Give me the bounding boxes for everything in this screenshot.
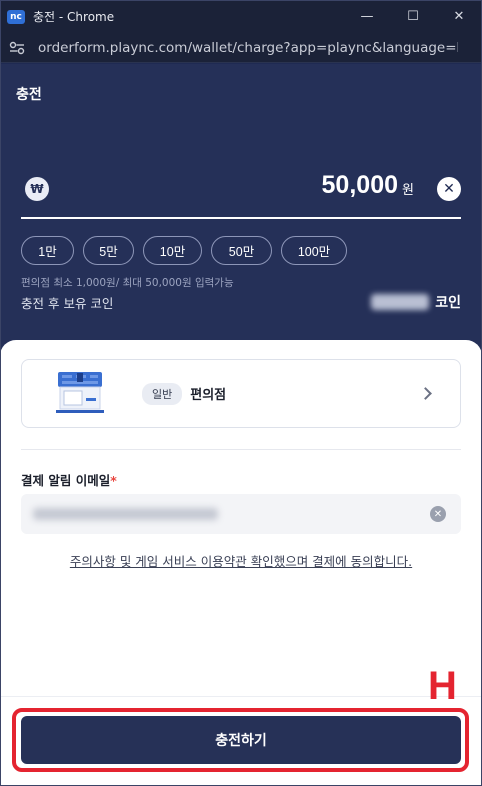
window-title-bar: nc 충전 - Chrome — ☐ ✕ (0, 0, 482, 33)
quick-amount-50man[interactable]: 50만 (211, 236, 272, 265)
maximize-button[interactable]: ☐ (390, 0, 436, 33)
amount-value[interactable]: 50,000 (322, 171, 398, 200)
clear-email-icon[interactable]: ✕ (430, 506, 446, 522)
page-title: 충전 (16, 87, 42, 103)
blurred-email-value (33, 508, 218, 520)
charge-button[interactable]: 충전하기 (21, 716, 461, 764)
site-settings-icon[interactable] (4, 35, 30, 61)
email-label-text: 결제 알림 이메일 (21, 473, 111, 488)
close-window-button[interactable]: ✕ (436, 0, 482, 33)
quick-amount-10man[interactable]: 10만 (143, 236, 202, 265)
minimize-button[interactable]: — (344, 0, 390, 33)
charge-header: 충전 ₩ 50,000 원 ✕ 1만 5만 10만 50만 100만 편의점 최… (0, 64, 482, 364)
nc-logo-icon: nc (7, 9, 25, 24)
after-charge-label: 충전 후 보유 코인 (21, 296, 114, 311)
method-badge: 일반 (142, 382, 183, 405)
amount-hint: 편의점 최소 1,000원/ 최대 50,000원 입력가능 (21, 277, 234, 289)
payment-method-selector[interactable]: 일반 편의점 (21, 359, 461, 428)
quick-amount-1man[interactable]: 1만 (21, 236, 74, 265)
annotation-mark: H (428, 664, 457, 708)
email-field[interactable]: ✕ (21, 494, 461, 534)
convenience-store-icon (56, 371, 104, 416)
won-currency-icon: ₩ (25, 177, 49, 201)
method-label: 편의점 (190, 388, 227, 403)
address-bar: orderform.plaync.com/wallet/charge?app=p… (0, 33, 482, 63)
window-controls: — ☐ ✕ (344, 0, 482, 33)
quick-amount-chips: 1만 5만 10만 50만 100만 (21, 236, 347, 265)
terms-agreement-link[interactable]: 주의사항 및 게임 서비스 이용약관 확인했으며 결제에 동의합니다. (0, 551, 482, 570)
chevron-right-icon (419, 387, 432, 400)
amount-underline (21, 217, 461, 219)
url-text[interactable]: orderform.plaync.com/wallet/charge?app=p… (38, 40, 458, 56)
email-label: 결제 알림 이메일* (21, 470, 117, 489)
window-title: 충전 - Chrome (33, 10, 115, 24)
blurred-coin-amount (371, 294, 430, 310)
quick-amount-100man[interactable]: 100만 (281, 236, 347, 265)
clear-amount-button[interactable]: ✕ (437, 177, 461, 201)
after-charge-value: 코인 (371, 292, 461, 312)
coin-unit: 코인 (435, 295, 461, 311)
quick-amount-5man[interactable]: 5만 (83, 236, 134, 265)
amount-unit: 원 (402, 183, 414, 198)
section-divider (21, 449, 461, 450)
required-mark: * (110, 473, 117, 488)
